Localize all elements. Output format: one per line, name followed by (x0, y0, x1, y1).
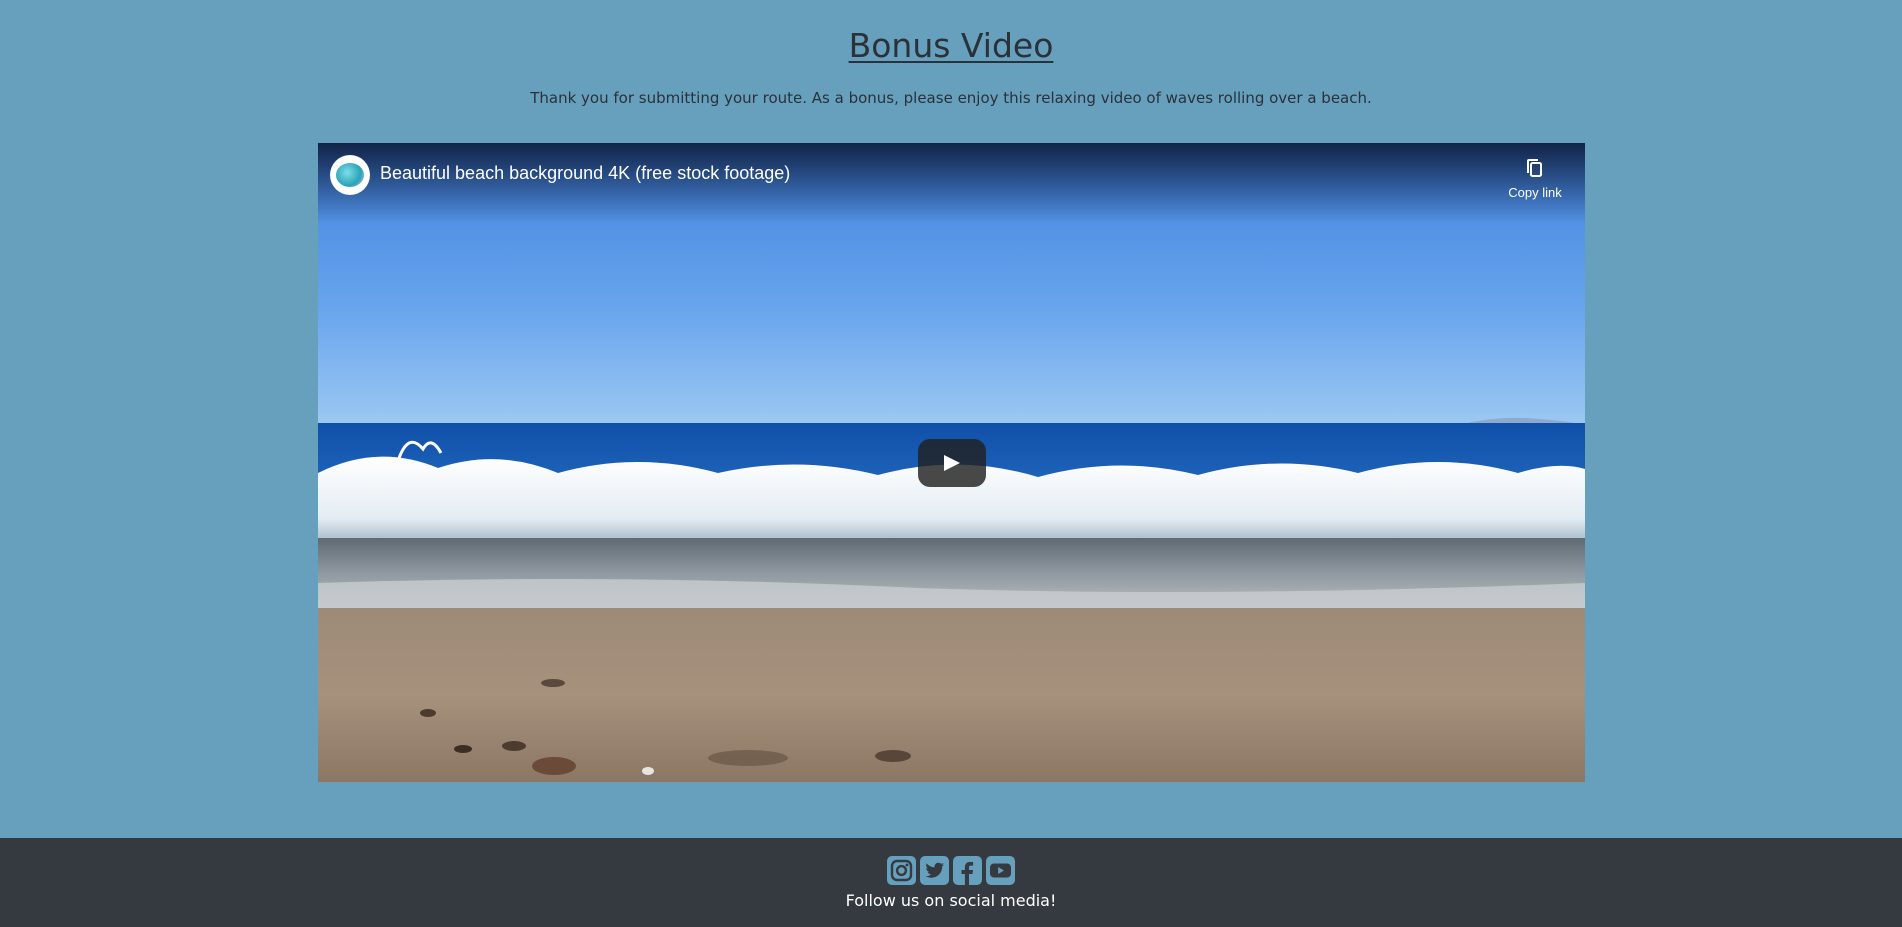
page-title: Bonus Video (848, 26, 1054, 65)
channel-avatar-image (336, 163, 364, 187)
copy-link-button[interactable]: Copy link (1505, 157, 1565, 200)
footer: Follow us on social media! (0, 838, 1902, 927)
copy-link-label: Copy link (1508, 185, 1562, 200)
page-subtitle: Thank you for submitting your route. As … (530, 89, 1372, 107)
video-title[interactable]: Beautiful beach background 4K (free stoc… (380, 163, 790, 184)
play-icon (944, 455, 960, 471)
play-button[interactable] (918, 439, 986, 487)
copy-icon (1527, 159, 1542, 177)
facebook-icon[interactable] (953, 856, 982, 885)
follow-us-text: Follow us on social media! (845, 891, 1057, 910)
youtube-icon[interactable] (986, 856, 1015, 885)
instagram-icon[interactable] (887, 856, 916, 885)
twitter-icon[interactable] (920, 856, 949, 885)
channel-avatar[interactable] (330, 155, 370, 195)
video-player[interactable]: Beautiful beach background 4K (free stoc… (318, 143, 1585, 782)
page: Bonus Video Thank you for submitting you… (0, 0, 1902, 927)
social-links (0, 856, 1902, 885)
